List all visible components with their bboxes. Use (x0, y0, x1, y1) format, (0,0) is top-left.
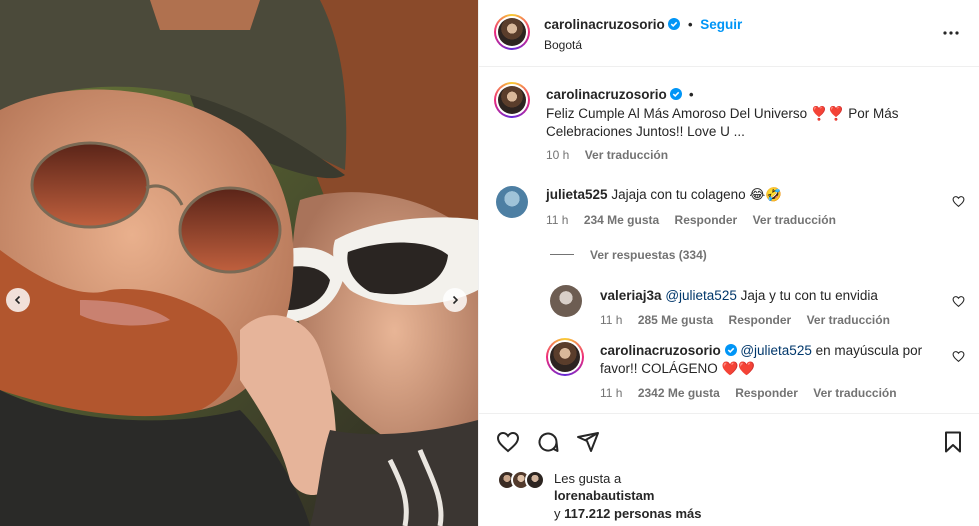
caption-time: 10 h (546, 148, 570, 162)
comment-translate-link[interactable]: Ver traducción (753, 213, 836, 227)
reply-row: valeriaj3a @julieta525 Jaja y tu con tu … (600, 287, 878, 305)
reply-like-heart-icon[interactable] (952, 295, 965, 308)
verified-icon (668, 18, 681, 30)
previous-image-button[interactable] (6, 288, 30, 312)
reply-avatar[interactable] (550, 285, 582, 317)
comment-reply-button[interactable]: Responder (675, 213, 738, 227)
liked-by-username[interactable]: lorenabautistam (554, 488, 654, 503)
author-username[interactable]: carolinacruzosorio (544, 17, 665, 32)
more-options-icon[interactable] (942, 26, 960, 40)
header-title: carolinacruzosorio • Seguir (544, 17, 742, 32)
separator-dot: • (688, 17, 693, 32)
comment-text: Jajaja con tu colageno 😂🤣 (611, 187, 782, 202)
reply-meta: 11 h 285 Me gusta Responder Ver traducci… (600, 313, 902, 327)
comment-likes[interactable]: 234 Me gusta (584, 213, 659, 227)
next-image-button[interactable] (443, 288, 467, 312)
post-photo (0, 0, 478, 526)
caption-avatar[interactable] (494, 82, 530, 118)
liked-by-prefix: Les gusta a (554, 471, 622, 486)
replies-divider (550, 254, 574, 255)
post-location[interactable]: Bogotá (544, 38, 582, 52)
share-icon[interactable] (576, 430, 600, 454)
caption-author-row: carolinacruzosorio • (546, 87, 694, 102)
reply-translate-link[interactable]: Ver traducción (813, 386, 896, 400)
reply-meta: 11 h 2342 Me gusta Responder Ver traducc… (600, 386, 909, 400)
reply-avatar[interactable] (546, 338, 584, 376)
post-header: carolinacruzosorio • Seguir Bogotá (479, 0, 979, 67)
reply-mention[interactable]: @julieta525 (740, 343, 812, 358)
caption-text: Feliz Cumple Al Más Amoroso Del Universo… (546, 106, 899, 139)
liker-avatar (525, 470, 545, 490)
verified-icon (670, 88, 683, 100)
caption-username[interactable]: carolinacruzosorio (546, 87, 667, 102)
view-replies-button[interactable]: Ver respuestas (334) (590, 248, 707, 262)
caption-meta: 10 h Ver traducción (546, 148, 680, 162)
likes-suffix[interactable]: personas más (614, 506, 701, 521)
reply-likes[interactable]: 285 Me gusta (638, 313, 713, 327)
comment-username[interactable]: julieta525 (546, 187, 608, 202)
comment-like-heart-icon[interactable] (952, 195, 965, 208)
reply-text: Jaja y tu con tu envidia (736, 288, 878, 303)
comment-meta: 11 h 234 Me gusta Responder Ver traducci… (546, 213, 848, 227)
caption-translate-link[interactable]: Ver traducción (585, 148, 668, 162)
author-avatar[interactable] (494, 14, 530, 50)
likes-and: y (554, 506, 561, 521)
reply-mention[interactable]: @julieta525 (665, 288, 737, 303)
reply-time: 11 h (600, 386, 623, 400)
likes-count-row: y 117.212 personas más (554, 506, 701, 521)
post-details-panel: carolinacruzosorio • Seguir Bogotá carol… (478, 0, 979, 526)
reply-reply-button[interactable]: Responder (729, 313, 792, 327)
like-heart-icon[interactable] (496, 430, 520, 454)
reply-row: carolinacruzosorio @julieta525 en mayúsc… (600, 342, 960, 378)
post-image (0, 0, 478, 526)
reply-likes[interactable]: 2342 Me gusta (638, 386, 720, 400)
liked-by-avatars[interactable] (497, 470, 547, 490)
reply-text: en mayúscula por (811, 343, 923, 358)
reply-text-continued: favor!! COLÁGENO ❤️❤️ (600, 361, 756, 376)
comment-icon[interactable] (536, 430, 560, 454)
reply-time: 11 h (600, 313, 623, 327)
bookmark-icon[interactable] (941, 430, 965, 454)
separator-dot: • (689, 87, 694, 102)
reply-reply-button[interactable]: Responder (735, 386, 798, 400)
follow-button[interactable]: Seguir (700, 17, 742, 32)
reply-like-heart-icon[interactable] (952, 350, 965, 363)
comment-avatar[interactable] (496, 186, 528, 218)
chevron-left-icon (14, 295, 21, 305)
comment-time: 11 h (546, 213, 569, 227)
reply-username[interactable]: carolinacruzosorio (600, 343, 721, 358)
liked-by-user: lorenabautistam (554, 488, 654, 503)
reply-translate-link[interactable]: Ver traducción (807, 313, 890, 327)
comment-row: julieta525 Jajaja con tu colageno 😂🤣 (546, 186, 782, 204)
verified-icon (724, 344, 737, 356)
likes-count[interactable]: 117.212 (564, 506, 610, 521)
reply-username[interactable]: valeriaj3a (600, 288, 662, 303)
chevron-right-icon (452, 295, 459, 305)
